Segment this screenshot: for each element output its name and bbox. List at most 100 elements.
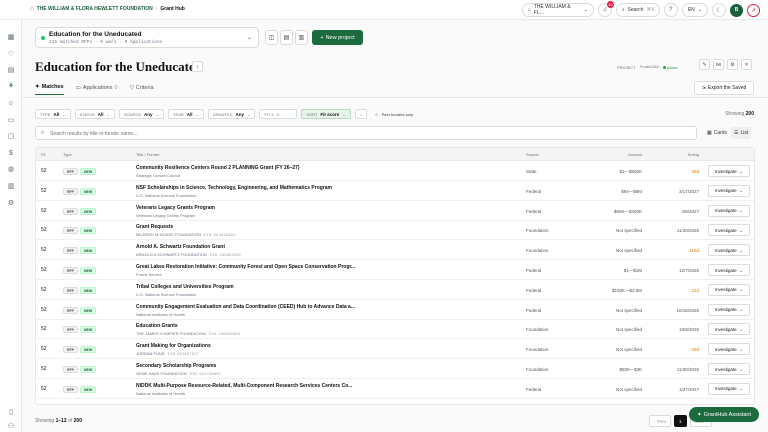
investigate-button[interactable]: Investigate → <box>708 224 750 237</box>
assistant-button[interactable]: ✦ GrantHub Assistant <box>689 407 759 422</box>
table-row[interactable]: 52 RFP NEW NIDDK Multi-Purpose Resource-Rel… <box>36 379 754 399</box>
investigate-button[interactable]: Investigate → <box>708 244 750 257</box>
investigate-button[interactable]: Investigate → <box>708 303 750 316</box>
book-icon[interactable]: ▯ <box>7 409 15 417</box>
tab-applications[interactable]: ▭ Applications 0 <box>76 84 118 95</box>
rocket-icon[interactable]: ➚ <box>747 3 760 17</box>
grant-title[interactable]: Community Resilience Centers Round 2 PLA… <box>136 165 300 171</box>
search-input[interactable] <box>50 129 650 138</box>
page-button[interactable]: 1 <box>674 415 687 427</box>
folder-icon[interactable]: ▢ <box>7 133 15 141</box>
edit-button[interactable]: ✎ <box>699 59 710 70</box>
grant-title[interactable]: Education Grants <box>136 323 178 329</box>
investigate-button[interactable]: Investigate → <box>708 343 750 356</box>
investigate-button[interactable]: Investigate → <box>708 382 750 395</box>
investigate-button[interactable]: Investigate → <box>708 363 750 375</box>
export-saved-button[interactable]: ⇲ Export the Saved <box>694 81 754 95</box>
investigate-button[interactable]: Investigate → <box>708 165 750 177</box>
calendar-icon[interactable]: ▤ <box>7 67 15 75</box>
grant-title[interactable]: Secondary Scholarship Programs <box>136 363 216 369</box>
language-select[interactable]: EN ⌄ <box>681 3 708 17</box>
filter-fit[interactable]: FIT ≥0 <box>259 109 298 119</box>
investigate-button[interactable]: Investigate → <box>708 323 750 336</box>
funder-ein: EIN 136829983 <box>208 333 240 338</box>
investigate-button[interactable]: Investigate → <box>708 283 750 296</box>
avatar[interactable]: B <box>730 3 743 17</box>
help-button[interactable]: ? <box>663 3 678 17</box>
project-selector[interactable]: Education for the Uneducated 215 matched… <box>35 27 259 48</box>
columns-view-button[interactable]: ◫ <box>265 30 278 45</box>
table-row[interactable]: 52 RFP NEW Great Lakes Restoration Initiati… <box>36 260 754 280</box>
table-row[interactable]: 52 RFP NEW Education Grants THE JAMES H NAPI… <box>36 319 754 340</box>
report-icon[interactable]: ▥ <box>7 183 15 191</box>
tab-matches[interactable]: ✦ Matches <box>35 84 64 95</box>
filter-type[interactable]: TYPE All ⌄ <box>35 109 71 119</box>
grant-title[interactable]: Arnold A. Schwartz Foundation Grant <box>136 244 225 250</box>
expand-title-button[interactable]: › <box>192 61 203 72</box>
new-project-button[interactable]: + New project <box>312 30 363 45</box>
chevron-down-icon: ⌄ <box>106 111 110 117</box>
investigate-button[interactable]: Investigate → <box>708 184 750 197</box>
breadcrumb-org[interactable]: THE WILLIAM & FLORA HEWLETT FOUNDATION <box>37 6 153 12</box>
view-list-button[interactable]: ☰ List <box>731 127 752 139</box>
theme-toggle[interactable]: ☾ <box>712 3 726 17</box>
peer-funders-toggle[interactable]: ☺ Peer funders only <box>371 109 417 119</box>
document-icon[interactable]: ▭ <box>7 117 15 125</box>
export-label: Export the Saved <box>707 85 747 91</box>
table-row[interactable]: 52 RFP NEW Grant Making for Organizations JO… <box>36 339 754 360</box>
investigate-button[interactable]: Investigate → <box>708 264 750 276</box>
calendar-view-button[interactable]: ▤ <box>280 30 293 45</box>
grant-title[interactable]: NIDDK Multi-Purpose Resource-Related, Mu… <box>136 383 352 389</box>
tab-label: Criteria <box>135 84 154 91</box>
settings-icon[interactable]: ⚙ <box>7 200 15 208</box>
table-row[interactable]: 52 RFP NEW Community Resilience Centers Rou… <box>36 161 754 181</box>
view-cards-button[interactable]: ▦ Cards <box>704 127 730 139</box>
grant-title[interactable]: Great Lakes Restoration Initiative: Comm… <box>136 264 355 270</box>
globe-icon[interactable]: ◍ <box>7 166 15 174</box>
table-row[interactable]: 52 RFP NEW NSF Scholarships in Science, Tec… <box>36 181 754 201</box>
header-fit[interactable]: Fit <box>41 152 45 157</box>
grant-title[interactable]: Veterans Legacy Grants Program <box>136 205 215 211</box>
table-row[interactable]: 52 RFP NEW Arnold A. Schwartz Foundation Gr… <box>36 240 754 261</box>
funder-label: ARNOLD A SCHWARTZ FOUNDATION <box>136 252 207 258</box>
grant-hub-icon[interactable]: ⚘ <box>7 83 15 91</box>
grant-title[interactable]: Grant Requests <box>136 224 173 230</box>
grant-title[interactable]: Community Engagement Evaluation and Data… <box>136 304 355 310</box>
grant-title[interactable]: Grant Making for Organizations <box>136 343 211 349</box>
investigate-button[interactable]: Investigate → <box>708 204 750 217</box>
fit-score: 52 <box>41 306 47 313</box>
notifications-button[interactable]: ♫ 10 <box>597 1 614 17</box>
search-button[interactable]: ⌕ Search ⌘K <box>615 3 660 17</box>
delete-button[interactable]: ✕ <box>741 59 752 70</box>
org-switcher[interactable]: ⌂ THE WILLIAM & FL... ⌄ <box>521 3 594 17</box>
filter-source[interactable]: SOURCE Any ⌄ <box>118 109 164 119</box>
filter-status[interactable]: STATUS All ⌄ <box>74 109 115 119</box>
arrow-right-icon: → <box>738 247 744 253</box>
prev-page-button[interactable]: ‹ Prev <box>649 415 672 427</box>
sort-select[interactable]: SORT Fit score ⌄ <box>301 109 351 119</box>
heart-icon[interactable]: ♡ <box>7 51 15 59</box>
settings-button[interactable]: ⚙ <box>727 59 738 70</box>
table-row[interactable]: 52 RFP NEW Grant Requests MILDRED M MCKEE FO… <box>36 220 754 241</box>
tab-criteria[interactable]: ▽ Criteria <box>130 84 154 95</box>
dollar-icon[interactable]: $ <box>7 150 15 158</box>
sort-direction-button[interactable]: ↓ <box>354 109 367 119</box>
grant-title[interactable]: Tribal Colleges and Universities Program <box>136 284 234 290</box>
table-row[interactable]: 52 RFP NEW Secondary Scholarship Programs GE… <box>36 359 754 379</box>
building-icon: ⌂ <box>527 7 531 13</box>
users-icon[interactable]: ☺ <box>7 100 15 108</box>
filter-granted[interactable]: GRANTED Any ⌄ <box>207 109 256 119</box>
table-row[interactable]: 52 RFP NEW Tribal Colleges and Universities… <box>36 280 754 300</box>
filter-year[interactable]: YEAR All ⌄ <box>167 109 204 119</box>
share-button[interactable]: ⋈ <box>713 59 724 70</box>
source: Federal <box>526 287 542 293</box>
tabs: ✦ Matches ▭ Applications 0 ▽ Criteria <box>35 84 154 95</box>
table-row[interactable]: 52 RFP NEW Community Engagement Evaluation … <box>36 300 754 320</box>
arrow-right-icon: → <box>738 386 744 392</box>
grant-title[interactable]: NSF Scholarships in Science, Technology,… <box>136 185 332 191</box>
table-row[interactable]: 52 RFP NEW Veterans Legacy Grants Program Ve… <box>36 201 754 221</box>
dashboard-icon[interactable]: ▦ <box>7 34 15 42</box>
user-settings-icon[interactable]: ⚇ <box>7 423 15 431</box>
chart-view-button[interactable]: ▥ <box>295 30 308 45</box>
results-table: Fit Type Title / Funder Source Amount Ti… <box>35 147 755 405</box>
